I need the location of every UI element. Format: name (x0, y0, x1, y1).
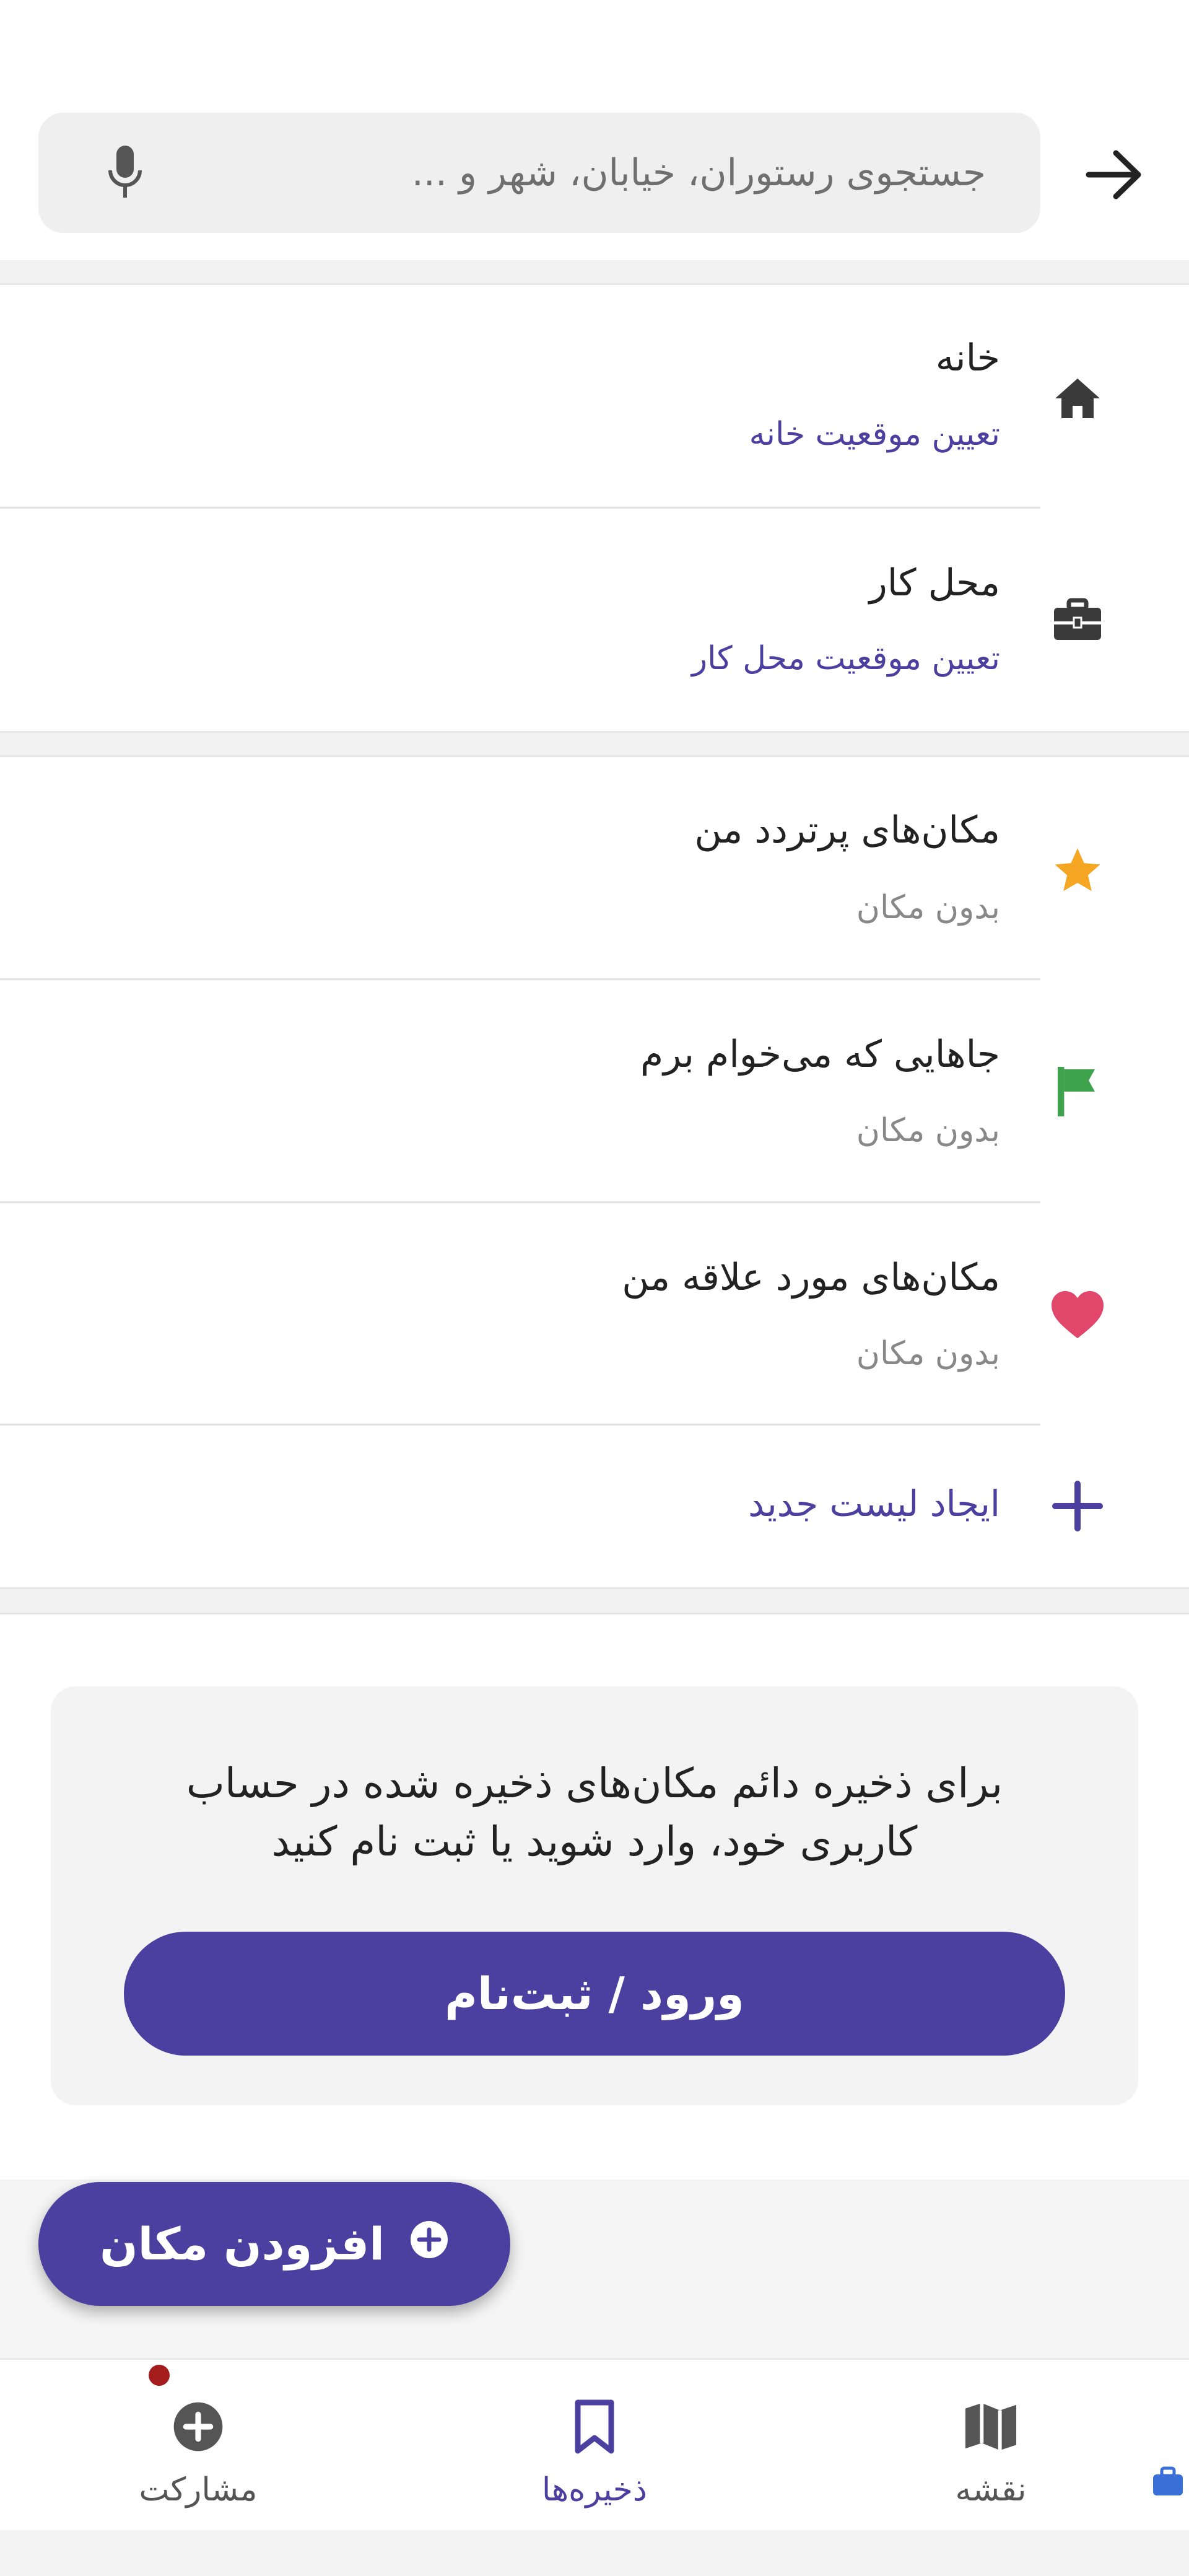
login-prompt-message: برای ذخیره دائم مکان‌های ذخیره شده در حس… (186, 1759, 1003, 1865)
list-subtitle: بدون مکان (856, 889, 1000, 926)
create-list-label: ایجاد لیست جدید (748, 1483, 1000, 1525)
plus-circle-icon (161, 2390, 235, 2464)
shortcut-subtitle[interactable]: تعیین موقعیت خانه (749, 416, 1000, 453)
plus-icon (1040, 1469, 1115, 1543)
nav-item-map[interactable]: نقشه (842, 2360, 1139, 2532)
search-box[interactable] (38, 113, 1040, 233)
search-input[interactable] (168, 113, 986, 233)
add-place-button[interactable]: افزودن مکان (38, 2182, 510, 2306)
list-subtitle: بدون مکان (856, 1112, 1000, 1149)
shortcut-item-home[interactable]: خانه تعیین موقعیت خانه (0, 287, 1189, 510)
briefcase-icon (1040, 583, 1115, 657)
map-icon (954, 2390, 1028, 2464)
shortcut-item-work[interactable]: محل کار تعیین موقعیت محل کار (0, 509, 1189, 731)
notification-dot (149, 2365, 170, 2386)
login-signup-button[interactable]: ورود / ثبت‌نام (124, 1932, 1065, 2056)
login-prompt-card: برای ذخیره دائم مکان‌های ذخیره شده در حس… (51, 1686, 1138, 2105)
flag-icon (1040, 1054, 1115, 1129)
bookmark-icon (557, 2390, 632, 2464)
list-title: مکان‌های پرتردد من (694, 808, 1000, 852)
shortcut-subtitle[interactable]: تعیین موقعیت محل کار (692, 640, 1000, 677)
list-item-frequent[interactable]: مکان‌های پرتردد من بدون مکان (0, 759, 1189, 981)
back-arrow-icon[interactable] (1076, 138, 1151, 212)
section-gap (0, 1587, 1189, 1614)
nav-label: مشارکت (139, 2471, 258, 2508)
nav-label: ذخیره‌ها (541, 2471, 648, 2508)
list-item-favorites[interactable]: مکان‌های مورد علاقه من بدون مکان (0, 1203, 1189, 1425)
nav-item-contribute[interactable]: مشارکت (50, 2360, 347, 2532)
add-place-label: افزودن مکان (100, 2218, 385, 2270)
list-title: جاهایی که می‌خوام برم (640, 1033, 1000, 1076)
star-icon (1040, 833, 1115, 908)
create-list-button[interactable]: ایجاد لیست جدید (0, 1426, 1189, 1587)
top-bar (0, 0, 1189, 260)
briefcase-icon (1151, 2464, 1185, 2499)
section-gap (0, 260, 1189, 285)
list-title: مکان‌های مورد علاقه من (622, 1256, 1000, 1299)
home-icon (1040, 361, 1115, 436)
bottom-nav: مشارکت ذخیره‌ها نقشه (0, 2358, 1189, 2530)
list-subtitle: بدون مکان (856, 1335, 1000, 1372)
mic-icon[interactable] (88, 136, 162, 210)
heart-icon (1040, 1277, 1115, 1352)
shortcut-title: محل کار (869, 561, 1000, 605)
system-nav-strip (0, 2530, 1189, 2576)
nav-label: نقشه (955, 2471, 1027, 2508)
shortcut-title: خانه (935, 336, 1000, 380)
saved-places-screen: خانه تعیین موقعیت خانه محل کار تعیین موق… (0, 0, 1189, 2576)
plus-circle-icon (409, 2218, 449, 2270)
nav-item-saved[interactable]: ذخیره‌ها (446, 2360, 743, 2532)
list-item-want-to-go[interactable]: جاهایی که می‌خوام برم بدون مکان (0, 980, 1189, 1202)
section-gap (0, 731, 1189, 757)
